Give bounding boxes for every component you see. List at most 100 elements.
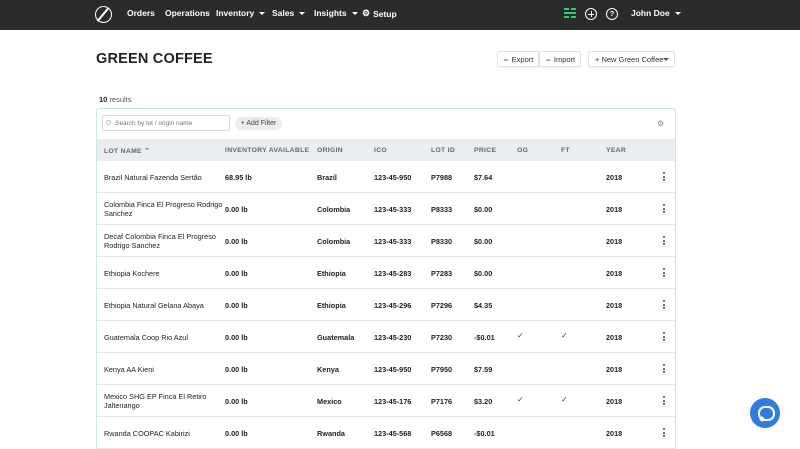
- chat-icon[interactable]: [750, 398, 780, 428]
- table-row[interactable]: Colombia Finca El Progreso Rodrigo Sanch…: [97, 193, 675, 225]
- lot-name[interactable]: Mexico SHG EP Finca El Retiro Jaltenango: [104, 392, 224, 410]
- more-options-icon[interactable]: [663, 396, 665, 407]
- lot-name[interactable]: Guatemala Coop Rio Azul: [104, 333, 224, 342]
- lot-id-cell: P7283: [431, 269, 453, 278]
- lot-name[interactable]: Brazil Natural Fazenda Sertão: [104, 173, 224, 182]
- column-header[interactable]: ORIGIN: [317, 147, 343, 154]
- export-label: Export: [511, 54, 534, 64]
- year-cell: 2018: [606, 269, 623, 278]
- plus-circle-icon[interactable]: [585, 8, 597, 20]
- nav-item-setup[interactable]: ⚙ Setup: [362, 8, 397, 19]
- column-header[interactable]: LOT NAME ⌃: [104, 147, 150, 155]
- nav-item-operations[interactable]: Operations: [165, 8, 210, 18]
- import-button[interactable]: ☁ Import: [539, 51, 581, 67]
- inventory-cell: 0.00 lb: [225, 333, 248, 342]
- lot-id-cell: P6568: [431, 429, 453, 438]
- more-options-icon[interactable]: [663, 428, 665, 439]
- grid-icon[interactable]: [564, 8, 576, 20]
- price-cell: $4.35: [474, 301, 493, 310]
- nav-item-insights[interactable]: Insights: [314, 8, 358, 18]
- table-row[interactable]: Decaf Colombia Finca El Progreso Rodrigo…: [97, 225, 675, 257]
- table-row[interactable]: Guatemala Coop Rio Azul 0.00 lb Guatemala 1…: [97, 321, 675, 353]
- origin-cell: Kenya: [317, 365, 339, 374]
- table-row[interactable]: Rwanda COOPAC Kabirizi 0.00 lb Rwanda 123-4…: [97, 417, 675, 449]
- green-coffee-table: + Add Filter ⚙ LOT NAME ⌃ INVENTORY AVAIL…: [96, 108, 676, 449]
- export-button[interactable]: ☁ Export: [497, 51, 539, 67]
- nav-item-label: Orders: [127, 8, 155, 18]
- check-icon: ✓: [517, 331, 524, 340]
- column-header[interactable]: LOT ID: [431, 147, 455, 154]
- column-header[interactable]: INVENTORY AVAILABLE: [225, 147, 309, 154]
- lot-name[interactable]: Decaf Colombia Finca El Progreso Rodrigo…: [104, 232, 224, 250]
- table-row[interactable]: Ethiopia Kochere 0.00 lb Ethiopia 123-45-28…: [97, 257, 675, 289]
- help-icon[interactable]: ?: [606, 8, 618, 20]
- year-cell: 2018: [606, 333, 623, 342]
- chevron-down-icon: [674, 11, 681, 15]
- more-options-icon[interactable]: [663, 172, 665, 183]
- lot-name[interactable]: Ethiopia Kochere: [104, 269, 224, 278]
- top-navbar: Orders Operations Inventory Sales Insights ⚙ S…: [0, 0, 800, 30]
- table-header: LOT NAME ⌃ INVENTORY AVAILABLE ORIGIN ICO LO…: [97, 139, 675, 161]
- inventory-cell: 0.00 lb: [225, 237, 248, 246]
- trophy-icon: ⚙: [362, 8, 371, 18]
- column-header[interactable]: PRICE: [474, 147, 496, 154]
- add-filter-button[interactable]: + Add Filter: [235, 117, 282, 130]
- logo-icon[interactable]: [95, 6, 112, 23]
- inventory-cell: 0.00 lb: [225, 301, 248, 310]
- column-header[interactable]: FT: [561, 147, 570, 154]
- nav-item-orders[interactable]: Orders: [127, 8, 155, 18]
- user-menu[interactable]: John Doe: [631, 8, 681, 18]
- table-row[interactable]: Kenya AA Kieni 0.00 lb Kenya 123-45-950 P795…: [97, 353, 675, 385]
- column-settings-icon[interactable]: ⚙: [657, 119, 664, 128]
- table-row[interactable]: Ethiopia Natural Gelana Abaya 0.00 lb Ethi…: [97, 289, 675, 321]
- lot-id-cell: P7988: [431, 173, 453, 182]
- inventory-cell: 0.00 lb: [225, 429, 248, 438]
- more-options-icon[interactable]: [663, 236, 665, 247]
- table-row[interactable]: Mexico SHG EP Finca El Retiro Jaltenango…: [97, 385, 675, 417]
- more-options-icon[interactable]: [663, 300, 665, 311]
- ico-cell: 123-45-296: [374, 301, 412, 310]
- results-number: 10: [99, 95, 108, 104]
- ico-cell: 123-45-950: [374, 173, 412, 182]
- nav-item-sales[interactable]: Sales: [272, 8, 306, 18]
- year-cell: 2018: [606, 429, 623, 438]
- chevron-down-icon[interactable]: [663, 58, 669, 61]
- price-cell: -$0.01: [474, 429, 495, 438]
- column-header[interactable]: OG: [517, 147, 528, 154]
- column-header[interactable]: ICO: [374, 147, 387, 154]
- new-green-coffee-button[interactable]: + New Green Coffee: [588, 51, 675, 67]
- chevron-down-icon: [259, 11, 266, 15]
- inventory-cell: 0.00 lb: [225, 269, 248, 278]
- lot-name[interactable]: Colombia Finca El Progreso Rodrigo Sanch…: [104, 200, 224, 218]
- lot-id-cell: P7176: [431, 397, 453, 406]
- nav-item-label: Insights: [314, 8, 347, 18]
- inventory-cell: 68.95 lb: [225, 173, 252, 182]
- ico-cell: 123-45-333: [374, 237, 412, 246]
- more-options-icon[interactable]: [663, 268, 665, 279]
- year-cell: 2018: [606, 173, 623, 182]
- import-icon: ☁: [544, 56, 551, 63]
- check-icon: ✓: [561, 395, 568, 404]
- inventory-cell: 0.00 lb: [225, 397, 248, 406]
- origin-cell: Ethiopia: [317, 301, 346, 310]
- search-input[interactable]: [102, 115, 230, 131]
- more-options-icon[interactable]: [663, 204, 665, 215]
- nav-item-label: Inventory: [216, 8, 255, 18]
- lot-id-cell: P7950: [431, 365, 453, 374]
- lot-name[interactable]: Rwanda COOPAC Kabirizi: [104, 429, 224, 438]
- ico-cell: 123-45-568: [374, 429, 412, 438]
- check-icon: ✓: [517, 395, 524, 404]
- lot-id-cell: P7296: [431, 301, 453, 310]
- more-options-icon[interactable]: [663, 364, 665, 375]
- inventory-cell: 0.00 lb: [225, 365, 248, 374]
- year-cell: 2018: [606, 365, 623, 374]
- nav-item-inventory[interactable]: Inventory: [216, 8, 266, 18]
- more-options-icon[interactable]: [663, 332, 665, 343]
- import-label: Import: [553, 54, 576, 64]
- search-icon: [106, 120, 111, 125]
- origin-cell: Colombia: [317, 237, 351, 246]
- table-row[interactable]: Brazil Natural Fazenda Sertão 68.95 lb Bra…: [97, 161, 675, 193]
- column-header[interactable]: YEAR: [606, 147, 626, 154]
- lot-name[interactable]: Kenya AA Kieni: [104, 365, 224, 374]
- lot-name[interactable]: Ethiopia Natural Gelana Abaya: [104, 301, 224, 310]
